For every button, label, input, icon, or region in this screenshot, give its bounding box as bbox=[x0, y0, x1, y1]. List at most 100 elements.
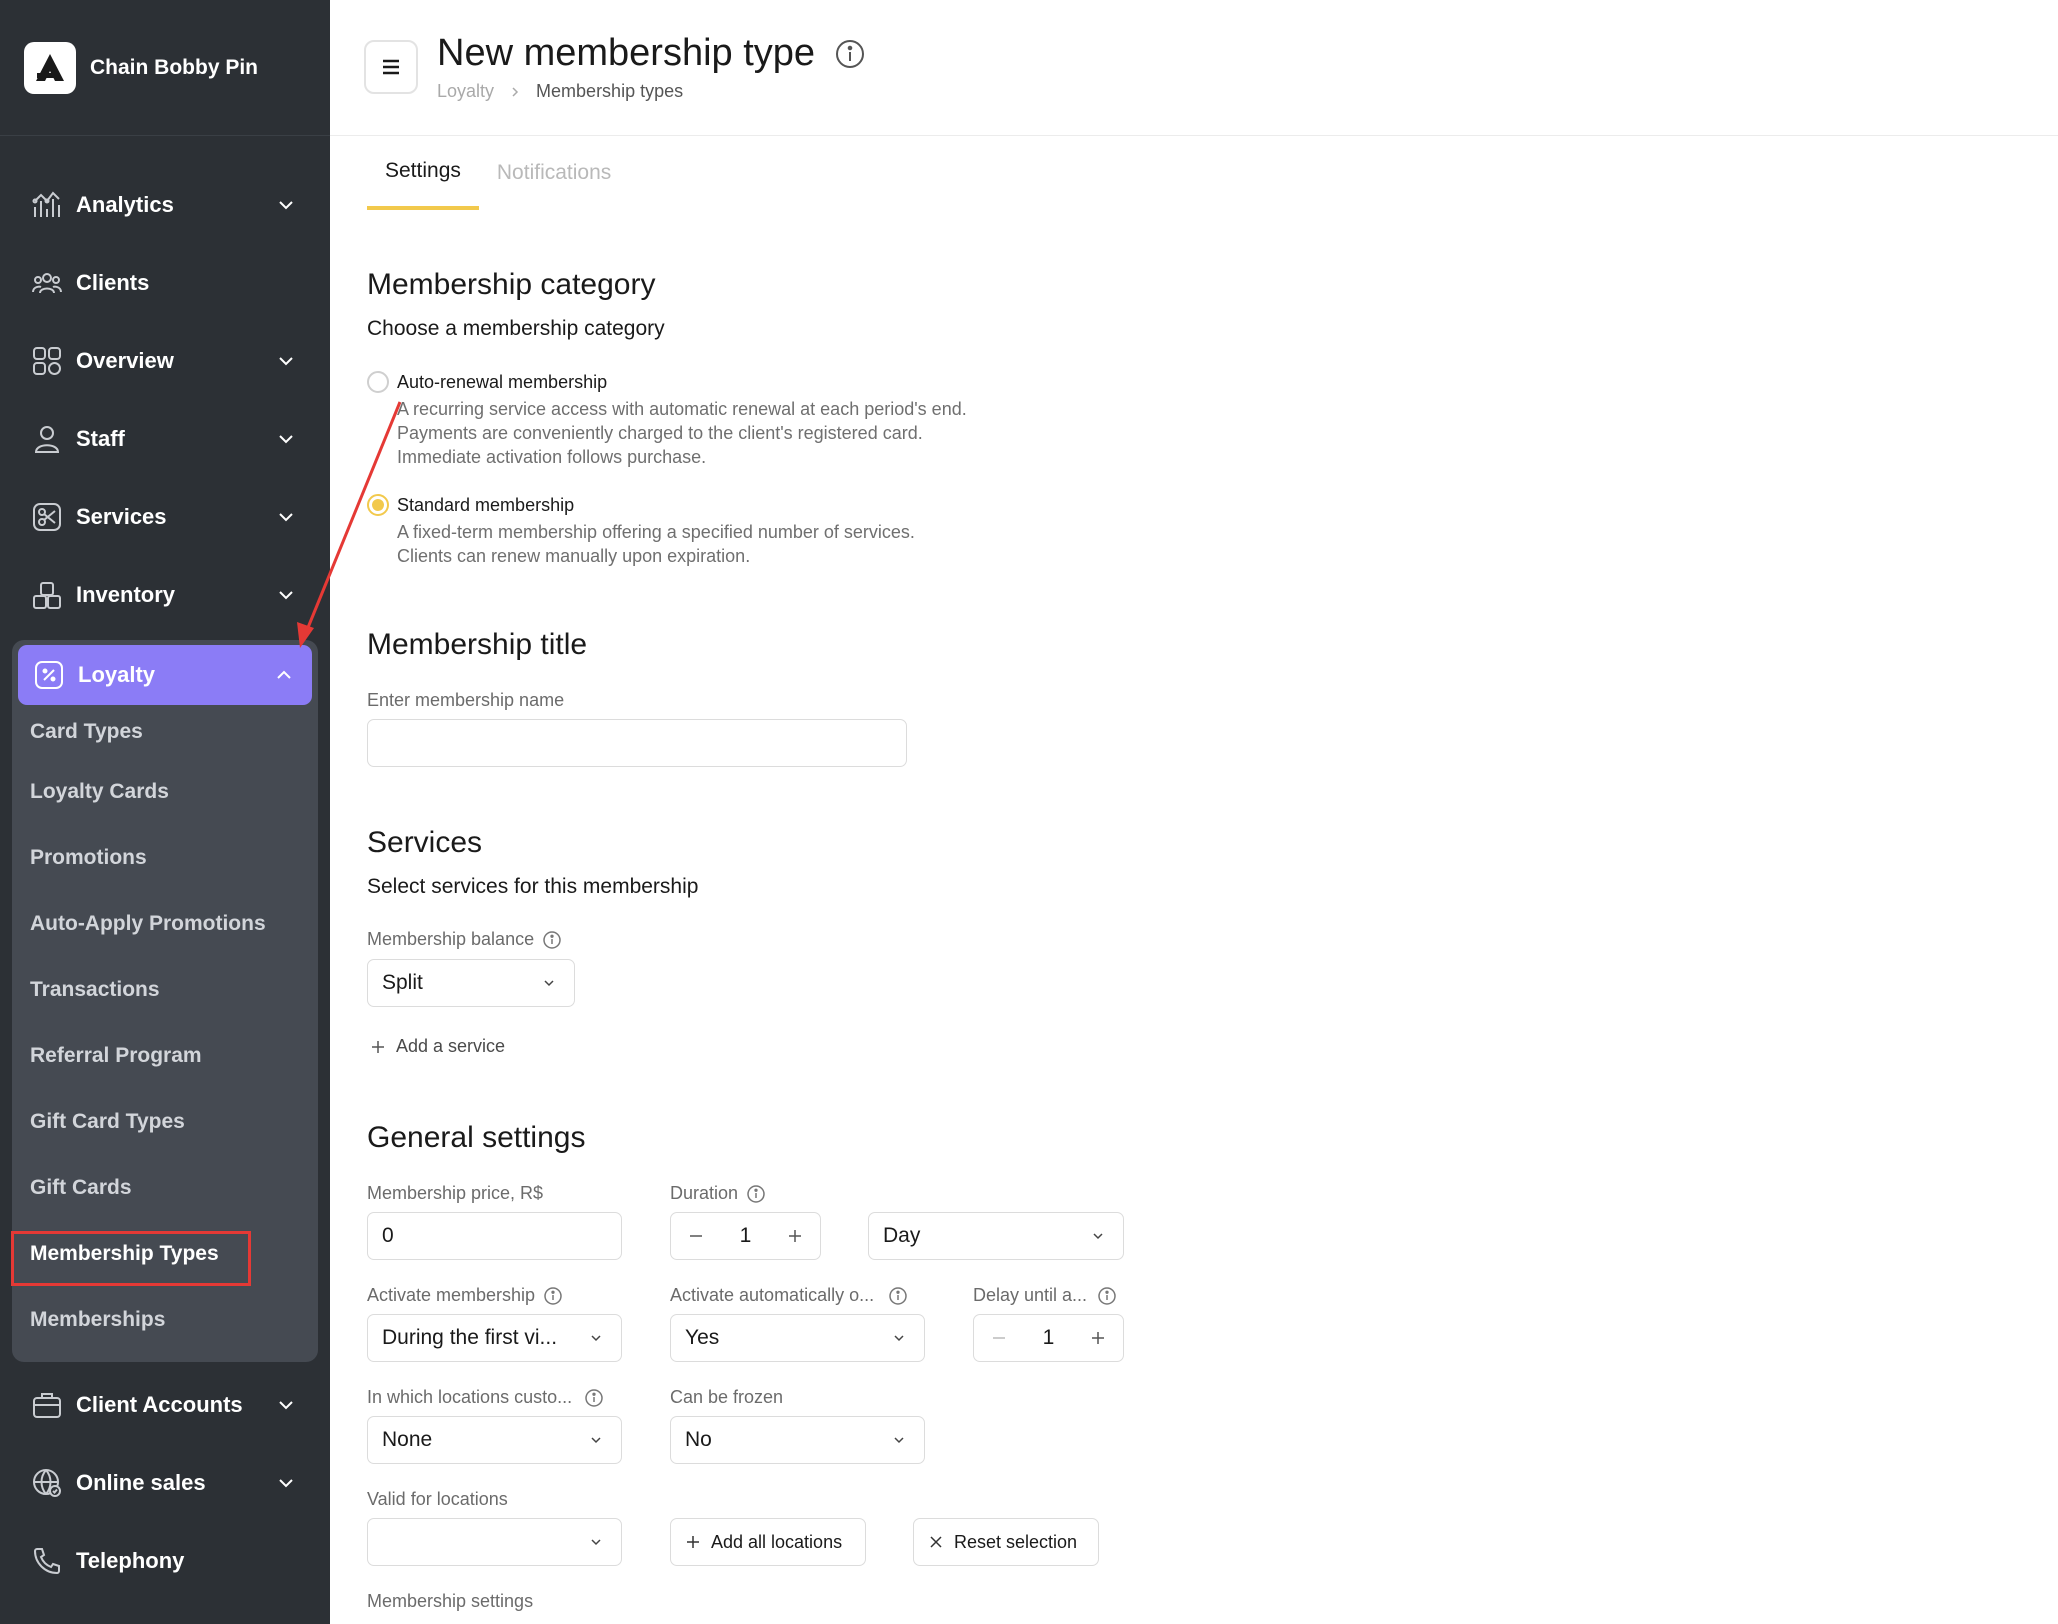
can-be-frozen-select[interactable]: No bbox=[670, 1416, 925, 1464]
info-icon[interactable] bbox=[542, 930, 562, 950]
info-icon[interactable] bbox=[543, 1286, 563, 1306]
annotation-highlight-box bbox=[11, 1231, 251, 1286]
phone-icon bbox=[30, 1544, 64, 1578]
sidebar-item-loyalty[interactable]: Loyalty bbox=[18, 645, 312, 705]
membership-balance-select[interactable]: Split bbox=[367, 959, 575, 1007]
sidebar-subitem-promotions[interactable]: Promotions bbox=[30, 846, 147, 870]
field-label-valid-locations: Valid for locations bbox=[367, 1489, 508, 1509]
field-label-frozen: Can be frozen bbox=[670, 1387, 784, 1407]
overview-icon bbox=[30, 344, 64, 378]
info-icon[interactable] bbox=[746, 1184, 766, 1204]
duration-stepper[interactable]: 1 bbox=[670, 1212, 821, 1260]
info-icon[interactable] bbox=[834, 38, 866, 70]
button-label: Add all locations bbox=[711, 1531, 843, 1552]
sidebar-item-services[interactable]: Services bbox=[0, 478, 330, 556]
sidebar-subitem-memberships[interactable]: Memberships bbox=[30, 1308, 165, 1332]
section-title-membership-title: Membership title bbox=[367, 628, 588, 661]
chevron-down-icon bbox=[279, 1479, 293, 1488]
sidebar-subitem-loyalty-cards[interactable]: Loyalty Cards bbox=[30, 780, 169, 804]
plus-icon bbox=[372, 1040, 384, 1053]
field-label-delay: Delay until a... bbox=[973, 1285, 1117, 1306]
add-all-locations-button[interactable]: Add all locations bbox=[670, 1518, 866, 1566]
label-text: Activate membership bbox=[367, 1285, 536, 1305]
desc-line: A recurring service access with automati… bbox=[397, 399, 967, 419]
analytics-icon bbox=[30, 188, 64, 222]
desc-line: A fixed-term membership offering a speci… bbox=[397, 522, 915, 542]
select-value: Day bbox=[883, 1224, 921, 1247]
add-service-label: Add a service bbox=[396, 1036, 506, 1056]
label-text: Membership balance bbox=[367, 929, 535, 949]
inventory-icon bbox=[30, 578, 64, 612]
sidebar-subitem-auto-apply-promotions[interactable]: Auto-Apply Promotions bbox=[30, 912, 266, 936]
sidebar-item-analytics[interactable]: Analytics bbox=[0, 166, 330, 244]
field-label-duration: Duration bbox=[670, 1183, 766, 1204]
delay-stepper[interactable]: 1 bbox=[973, 1314, 1124, 1362]
section-title-category: Membership category bbox=[367, 268, 656, 301]
sidebar-item-telephony[interactable]: Telephony bbox=[0, 1522, 330, 1600]
sidebar-subitem-transactions[interactable]: Transactions bbox=[30, 978, 160, 1002]
label-text: Activate automatically o... bbox=[670, 1285, 875, 1305]
sidebar-item-label: Services bbox=[76, 504, 167, 529]
plus-icon[interactable] bbox=[784, 1225, 806, 1247]
breadcrumb-membership-types: Membership types bbox=[536, 81, 684, 101]
chevron-down-icon bbox=[279, 591, 293, 600]
main-content: New membership type Loyalty Membership t… bbox=[330, 0, 2058, 1624]
sidebar-item-online-sales[interactable]: Online sales bbox=[0, 1444, 330, 1522]
sidebar-item-client-accounts[interactable]: Client Accounts bbox=[0, 1366, 330, 1444]
activate-membership-select[interactable]: During the first vi... bbox=[367, 1314, 622, 1362]
sidebar-item-label: Client Accounts bbox=[76, 1392, 243, 1417]
sidebar-item-label: Overview bbox=[76, 348, 174, 373]
locations-custom-select[interactable]: None bbox=[367, 1416, 622, 1464]
breadcrumb-loyalty[interactable]: Loyalty bbox=[437, 81, 494, 102]
add-service-button[interactable]: Add a service bbox=[370, 1036, 505, 1057]
sidebar-subitem-referral-program[interactable]: Referral Program bbox=[30, 1044, 202, 1068]
minus-icon[interactable] bbox=[685, 1225, 707, 1247]
plus-icon[interactable] bbox=[1087, 1327, 1109, 1349]
tab-settings[interactable]: Settings bbox=[367, 136, 479, 210]
page-header: New membership type Loyalty Membership t… bbox=[330, 0, 2058, 136]
label-text: In which locations custo... bbox=[367, 1387, 573, 1407]
sidebar-item-label: Inventory bbox=[76, 582, 176, 607]
membership-name-input[interactable] bbox=[367, 719, 907, 767]
info-icon[interactable] bbox=[1097, 1286, 1117, 1306]
standard-membership-radio[interactable] bbox=[367, 494, 389, 516]
desc-line: Clients can renew manually upon expirati… bbox=[397, 546, 751, 566]
chevron-down-icon bbox=[279, 201, 293, 210]
radio-title-standard: Standard membership bbox=[397, 495, 575, 515]
duration-unit-select[interactable]: Day bbox=[868, 1212, 1124, 1260]
chevron-right-icon bbox=[512, 86, 519, 97]
valid-locations-select[interactable] bbox=[367, 1518, 622, 1566]
menu-toggle-button[interactable] bbox=[364, 40, 418, 94]
info-icon[interactable] bbox=[888, 1286, 908, 1306]
minus-icon[interactable] bbox=[988, 1327, 1010, 1349]
sidebar-subitem-gift-cards[interactable]: Gift Cards bbox=[30, 1176, 132, 1200]
field-label-price: Membership price, R$ bbox=[367, 1183, 544, 1203]
reset-selection-button[interactable]: Reset selection bbox=[913, 1518, 1099, 1566]
section-subtitle-services: Select services for this membership bbox=[367, 875, 699, 898]
chevron-down-icon bbox=[894, 1437, 904, 1444]
sidebar-item-clients[interactable]: Clients bbox=[0, 244, 330, 322]
close-icon bbox=[930, 1536, 942, 1548]
info-icon[interactable] bbox=[584, 1388, 604, 1408]
auto-renewal-radio[interactable] bbox=[367, 371, 389, 393]
sidebar-subitem-card-types[interactable]: Card Types bbox=[30, 720, 143, 744]
sidebar-item-overview[interactable]: Overview bbox=[0, 322, 330, 400]
field-label-membership-settings: Membership settings bbox=[367, 1591, 534, 1611]
chevron-down-icon bbox=[591, 1437, 601, 1444]
chevron-down-icon bbox=[279, 435, 293, 444]
select-value: During the first vi... bbox=[382, 1326, 558, 1349]
sidebar-subitem-gift-card-types[interactable]: Gift Card Types bbox=[30, 1110, 185, 1134]
hamburger-icon bbox=[383, 59, 399, 75]
membership-price-input[interactable]: 0 bbox=[367, 1212, 622, 1260]
chevron-down-icon bbox=[544, 980, 554, 987]
chevron-down-icon bbox=[591, 1539, 601, 1546]
sidebar-item-label: Telephony bbox=[76, 1548, 185, 1573]
brand-header[interactable]: Chain Bobby Pin bbox=[0, 0, 330, 136]
sidebar-item-inventory[interactable]: Inventory bbox=[0, 556, 330, 634]
tab-notifications[interactable]: Notifications bbox=[479, 136, 629, 210]
auto-activate-select[interactable]: Yes bbox=[670, 1314, 925, 1362]
chevron-down-icon bbox=[279, 357, 293, 366]
radio-desc-auto-renewal: A recurring service access with automati… bbox=[397, 397, 967, 469]
desc-line: Payments are conveniently charged to the… bbox=[397, 423, 923, 443]
sidebar-item-staff[interactable]: Staff bbox=[0, 400, 330, 478]
